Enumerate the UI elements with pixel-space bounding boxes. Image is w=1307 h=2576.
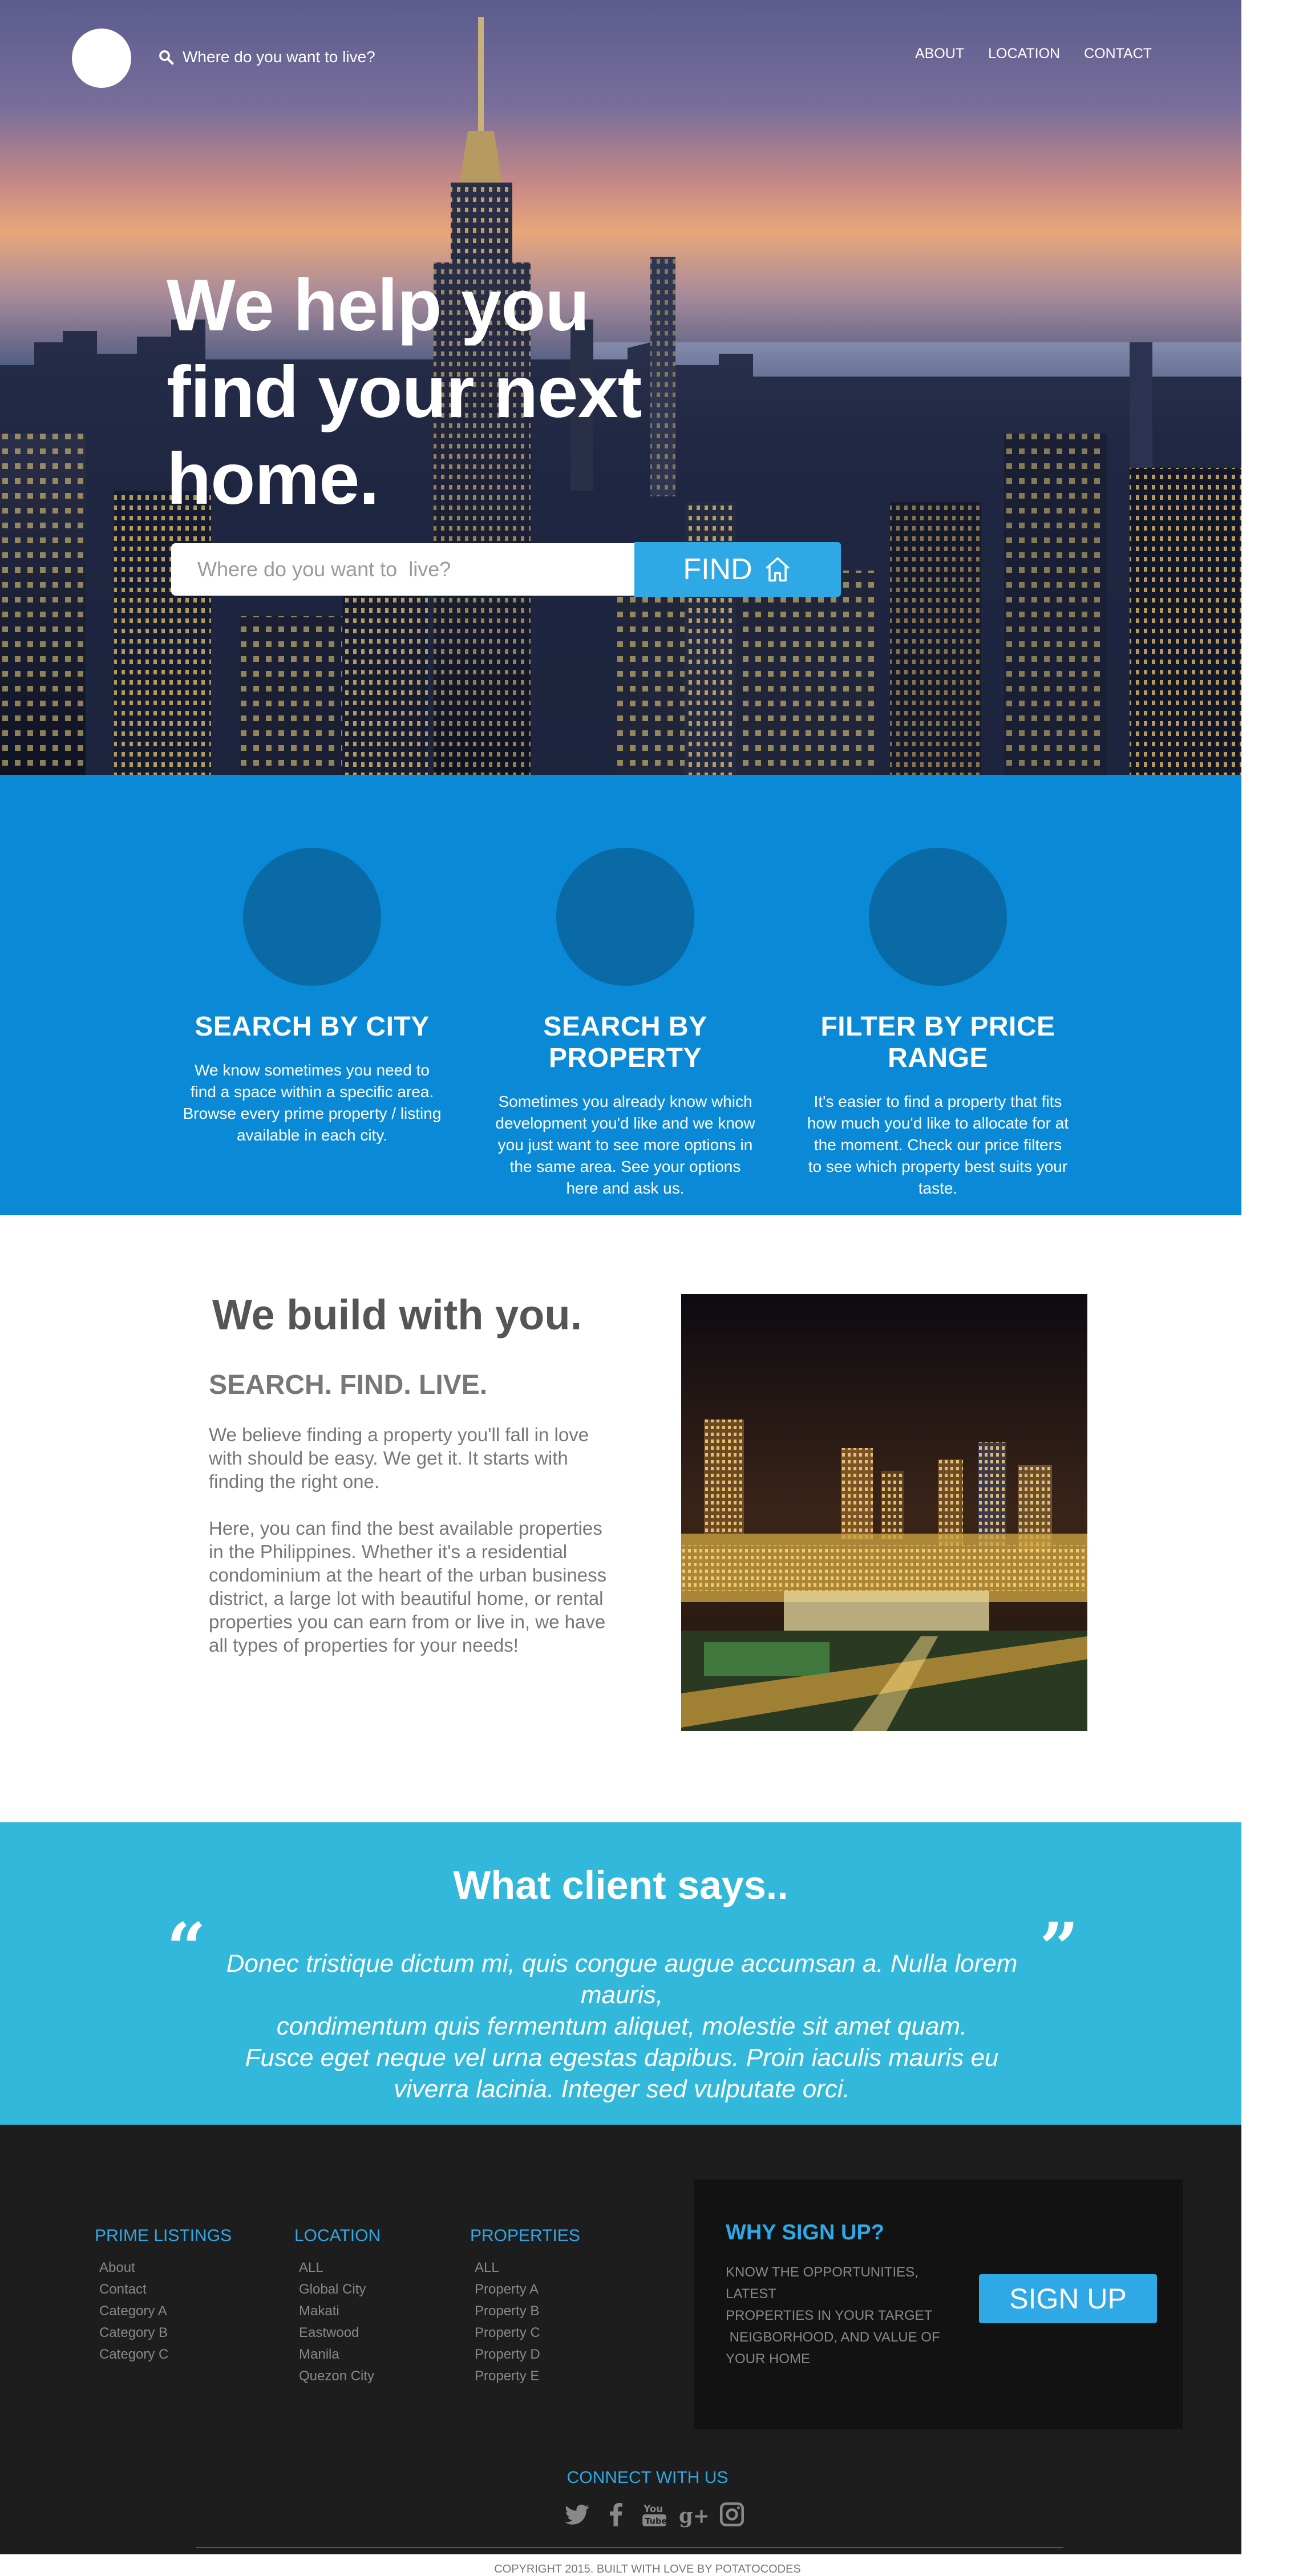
sign-up-button[interactable]: SIGN UP [979,2274,1157,2323]
footer-link[interactable]: Property B [470,2300,580,2322]
about-paragraph: We believe finding a property you'll fal… [209,1424,589,1492]
nav-contact[interactable]: CONTACT [1084,46,1152,62]
feature-search-by-property: SEARCH BY PROPERTY Sometimes you already… [466,775,785,1199]
feature-description: Sometimes you already know which develop… [495,1093,755,1197]
footer-link[interactable]: Contact [95,2279,232,2300]
footer-link[interactable]: Quezon City [294,2365,381,2387]
svg-text:You: You [643,2504,663,2514]
footer-section: PRIME LISTINGS About Contact Category A … [0,2125,1241,2575]
testimonial-quote: Donec tristique dictum mi, quis congue a… [211,1948,1033,2105]
footer-link[interactable]: Manila [294,2344,381,2365]
signup-text-line: LATEST [726,2286,776,2302]
feature-description: We know sometimes you need to find a spa… [183,1061,442,1144]
footer-col-title: PRIME LISTINGS [95,2226,232,2245]
feature-title: SEARCH BY PROPERTY [543,1012,707,1073]
nav-location[interactable]: LOCATION [988,46,1060,62]
landing-page: Where do you want to live? ABOUT LOCATIO… [0,0,1241,2575]
facebook-icon[interactable] [601,2500,630,2529]
footer-link[interactable]: About [95,2257,232,2279]
signup-panel: WHY SIGN UP? KNOW THE OPPORTUNITIES, LAT… [694,2179,1183,2429]
footer-link[interactable]: Property C [470,2322,580,2344]
search-icon [159,50,174,65]
feature-icon-circle [869,848,1007,986]
about-paragraph: Here, you can find the best available pr… [209,1518,607,1656]
youtube-icon[interactable]: You Tube [640,2500,669,2529]
feature-title: SEARCH BY CITY [195,1012,430,1042]
signup-text: KNOW THE OPPORTUNITIES, LATEST PROPERTIE… [726,2262,965,2370]
twitter-icon[interactable] [563,2500,591,2529]
hero-headline-line: home. [167,438,379,520]
open-quote-icon: “ [167,1908,207,1988]
svg-text:Tube: Tube [645,2517,667,2526]
feature-icon-circle [243,848,381,986]
quote-line: condimentum quis fermentum aliquet, mole… [276,2012,968,2040]
footer-divider [196,2547,1063,2548]
signup-title: WHY SIGN UP? [726,2221,884,2245]
footer-link[interactable]: Property E [470,2365,580,2387]
google-plus-icon[interactable]: g+ [679,2500,707,2529]
feature-title: FILTER BY PRICE RANGE [820,1012,1055,1073]
footer-link[interactable]: ALL [294,2257,381,2279]
testimonial-title: What client says.. [453,1863,788,1907]
find-button[interactable]: FIND [634,542,841,597]
feature-icon-circle [556,848,694,986]
testimonial-section: What client says.. “ ” Donec tristique d… [0,1822,1241,2125]
signup-text-line: NEIGBORHOOD, AND VALUE OF [726,2330,940,2345]
quote-line: Donec tristique dictum mi, quis congue a… [226,1950,1018,2009]
signup-text-line: YOUR HOME [726,2351,811,2367]
main-nav: ABOUT LOCATION CONTACT [915,46,1152,62]
hero-headline-line: find your next [167,351,642,433]
footer-link[interactable]: Eastwood [294,2322,381,2344]
header-search[interactable]: Where do you want to live? [157,45,375,70]
copyright-text: COPYRIGHT 2015. BUILT WITH LOVE BY POTAT… [494,2563,801,2575]
city-night-photo [681,1294,1087,1731]
footer-link[interactable]: Property A [470,2279,580,2300]
about-heading: We build with you. [212,1291,582,1338]
page-gutter [1241,0,1307,2554]
instagram-icon[interactable] [718,2500,746,2529]
signup-text-line: KNOW THE OPPORTUNITIES, [726,2264,918,2280]
quote-line: Fusce eget neque vel urna egestas dapibu… [245,2044,999,2072]
site-logo[interactable] [72,29,131,88]
about-section: We build with you. SEARCH. FIND. LIVE. W… [0,1215,1241,1822]
footer-link[interactable]: ALL [470,2257,580,2279]
footer-col-prime-listings: PRIME LISTINGS About Contact Category A … [95,2226,232,2365]
hero-section: Where do you want to live? ABOUT LOCATIO… [0,0,1241,775]
hero-headline-line: We help you [167,265,590,346]
footer-col-title: LOCATION [294,2226,381,2245]
footer-col-title: PROPERTIES [470,2226,580,2245]
footer-link[interactable]: Global City [294,2279,381,2300]
connect-title: CONNECT WITH US [566,2468,729,2487]
feature-filter-by-price: FILTER BY PRICE RANGE It's easier to fin… [778,775,1098,1199]
footer-link[interactable]: Category C [95,2344,232,2365]
footer-link[interactable]: Category A [95,2300,232,2322]
close-quote-icon: ” [1039,1908,1079,1988]
feature-description: It's easier to find a property that fits… [807,1093,1069,1197]
hero-search-input[interactable] [171,543,634,596]
signup-text-line: PROPERTIES IN YOUR TARGET [726,2308,933,2323]
about-subheading: SEARCH. FIND. LIVE. [209,1370,488,1400]
nav-about[interactable]: ABOUT [915,46,964,62]
footer-link[interactable]: Property D [470,2344,580,2365]
social-links: You Tube g+ [563,2500,756,2529]
footer-col-properties: PROPERTIES ALL Property A Property B Pro… [470,2226,580,2387]
header-search-text: Where do you want to live? [183,48,375,66]
quote-line: viverra lacinia. Integer sed vulputate o… [394,2075,850,2103]
footer-link[interactable]: Makati [294,2300,381,2322]
home-icon [766,557,790,582]
footer-link[interactable]: Category B [95,2322,232,2344]
features-section: SEARCH BY CITY We know sometimes you nee… [0,775,1241,1215]
find-button-label: FIND [683,553,752,586]
hero-headline: We help you find your next home. [167,262,680,523]
svg-text:g+: g+ [679,2505,707,2528]
feature-search-by-city: SEARCH BY CITY We know sometimes you nee… [152,775,472,1146]
footer-col-location: LOCATION ALL Global City Makati Eastwood… [294,2226,381,2387]
